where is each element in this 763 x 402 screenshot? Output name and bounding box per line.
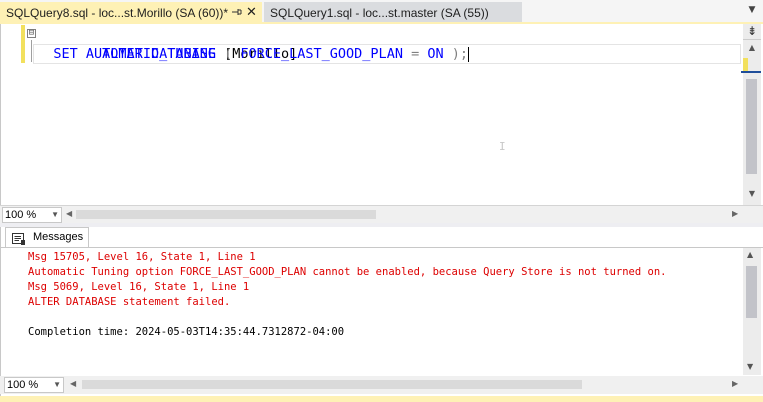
- scroll-marker: [743, 58, 748, 72]
- chevron-down-icon: ▼: [53, 380, 61, 389]
- paren: (: [224, 46, 233, 62]
- message-line: Automatic Tuning option FORCE_LAST_GOOD_…: [28, 266, 667, 278]
- document-tab-strip: SQLQuery8.sql - loc...st.Morillo (SA (60…: [0, 0, 763, 24]
- split-icon[interactable]: ⇟: [743, 24, 761, 40]
- message-line: Msg 15705, Level 16, State 1, Line 1: [28, 251, 256, 263]
- scroll-left-icon[interactable]: ◀: [66, 209, 72, 218]
- results-zoom-select[interactable]: 100 % ▼: [4, 377, 64, 393]
- pin-icon[interactable]: [230, 5, 244, 21]
- tab-messages[interactable]: Messages: [5, 227, 89, 247]
- messages-icon: [12, 231, 26, 245]
- scroll-right-icon[interactable]: ▶: [732, 209, 738, 218]
- semicolon: ;: [459, 46, 469, 62]
- editor-status-bar: 100 % ▼ ◀ ▶: [0, 205, 763, 223]
- messages-output[interactable]: Msg 15705, Level 16, State 1, Line 1 Aut…: [28, 250, 740, 340]
- zoom-value: 100 %: [7, 379, 39, 391]
- scroll-up-icon[interactable]: ▲: [747, 43, 757, 53]
- scroll-down-icon[interactable]: ▼: [747, 189, 757, 199]
- query-editor[interactable]: ⊟ ALTER DATABASE [Morillo] SET AUTOMATIC…: [0, 24, 763, 205]
- tab-title: SQLQuery8.sql - loc...st.Morillo (SA (60…: [6, 6, 229, 20]
- keyword: AUTOMATIC_TUNING: [85, 46, 216, 62]
- editor-vertical-scrollbar[interactable]: ⇟ ▲ ▼: [741, 24, 761, 205]
- scroll-up-icon[interactable]: ▲: [747, 250, 753, 259]
- keyword: FORCE_LAST_GOOD_PLAN: [240, 46, 403, 62]
- code-line-1: ⊟ ALTER DATABASE [Morillo]: [27, 24, 741, 62]
- tab-title: SQLQuery1.sql - loc...st.master (SA (55)…: [270, 6, 489, 20]
- tab-sqlquery8[interactable]: SQLQuery8.sql - loc...st.Morillo (SA (60…: [0, 2, 262, 24]
- keyword: SET: [53, 46, 78, 62]
- horizontal-scroll-thumb[interactable]: [82, 380, 582, 389]
- status-bar-strip: [0, 396, 763, 402]
- ibeam-cursor-icon: I: [499, 140, 506, 153]
- chevron-down-icon[interactable]: ▼: [745, 5, 759, 19]
- scroll-down-icon[interactable]: ▼: [747, 362, 753, 371]
- text-caret: [468, 46, 470, 62]
- message-line: [28, 310, 740, 325]
- message-line: Msg 5069, Level 16, State 1, Line 1: [28, 281, 250, 293]
- code-line-2: SET AUTOMATIC_TUNING ( FORCE_LAST_GOOD_P…: [29, 44, 741, 64]
- close-icon[interactable]: ✕: [246, 5, 260, 21]
- change-marker: [21, 25, 25, 63]
- caret-position-marker: [741, 71, 761, 73]
- divider: [1, 247, 763, 248]
- tab-sqlquery1[interactable]: SQLQuery1.sql - loc...st.master (SA (55)…: [264, 2, 522, 24]
- scroll-thumb[interactable]: [746, 79, 757, 174]
- editor-zoom-select[interactable]: 100 % ▼: [2, 207, 62, 223]
- message-line: ALTER DATABASE statement failed.: [28, 296, 231, 308]
- code-area[interactable]: ⊟ ALTER DATABASE [Morillo] SET AUTOMATIC…: [27, 24, 741, 64]
- zoom-value: 100 %: [5, 209, 37, 221]
- keyword: ON: [427, 46, 444, 62]
- scroll-left-icon[interactable]: ◀: [70, 379, 76, 388]
- scroll-right-icon[interactable]: ▶: [732, 379, 738, 388]
- fold-icon[interactable]: ⊟: [27, 29, 36, 38]
- results-vertical-scrollbar[interactable]: ▲ ▼: [743, 248, 761, 375]
- horizontal-scroll-thumb[interactable]: [76, 210, 376, 219]
- tab-label: Messages: [33, 231, 84, 243]
- operator: =: [411, 46, 420, 62]
- scroll-thumb[interactable]: [746, 266, 757, 318]
- results-status-bar: 100 % ▼ ◀ ▶: [0, 376, 763, 394]
- chevron-down-icon: ▼: [51, 210, 59, 219]
- message-line: Completion time: 2024-05-03T14:35:44.731…: [28, 326, 345, 338]
- paren: ): [451, 46, 460, 62]
